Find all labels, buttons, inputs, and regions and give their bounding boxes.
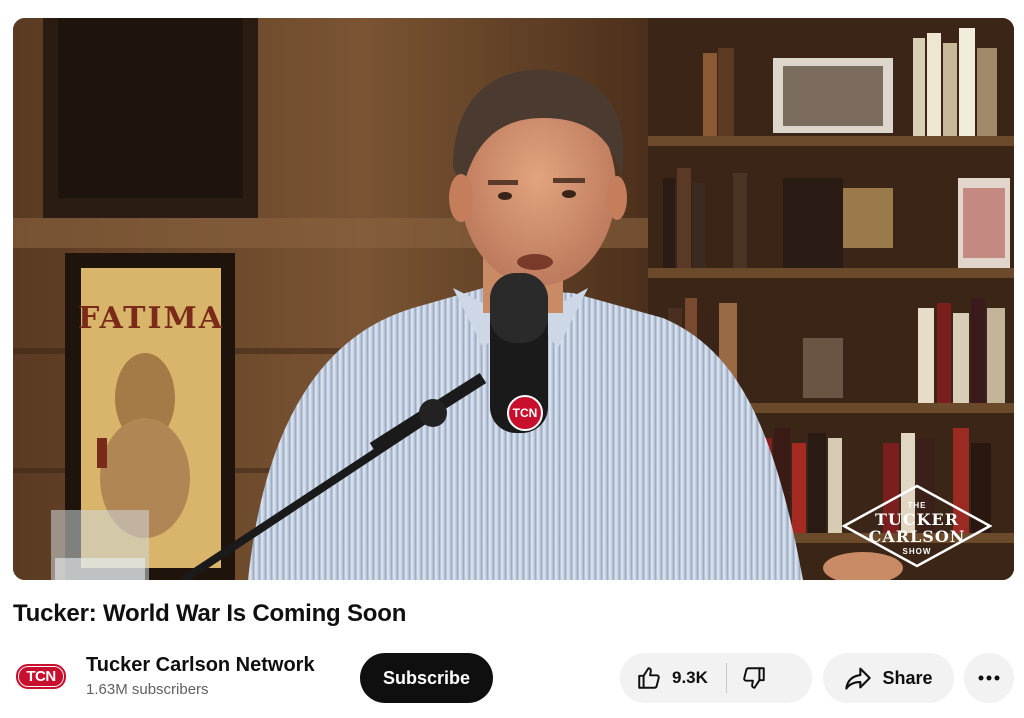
share-button[interactable]: Share bbox=[823, 653, 954, 703]
dislike-button[interactable] bbox=[727, 653, 785, 703]
watermark-line4: SHOW bbox=[903, 547, 932, 556]
like-button[interactable]: 9.3K bbox=[620, 653, 726, 703]
channel-info: Tucker Carlson Network 1.63M subscribers bbox=[86, 654, 315, 698]
channel-avatar[interactable]: TCN bbox=[13, 660, 69, 692]
channel-logo-text: TCN bbox=[16, 663, 66, 689]
channel-name-link[interactable]: Tucker Carlson Network bbox=[86, 654, 315, 677]
mic-badge-text: TCN bbox=[513, 406, 538, 420]
share-arrow-icon bbox=[844, 665, 872, 691]
subscribe-button[interactable]: Subscribe bbox=[360, 653, 493, 703]
thumbs-up-icon bbox=[636, 665, 662, 691]
poster-text: FATIMA bbox=[78, 301, 224, 336]
watermark-line1: THE bbox=[908, 501, 927, 510]
watermark-line3: CARLSON bbox=[869, 527, 966, 546]
thumbs-down-icon bbox=[741, 665, 767, 691]
video-title: Tucker: World War Is Coming Soon bbox=[13, 600, 407, 627]
more-horizontal-icon bbox=[978, 675, 1000, 681]
show-watermark-logo: THE TUCKER CARLSON SHOW bbox=[842, 484, 992, 568]
video-player[interactable]: FATIMA TCN THE TUCKER CARLSON SHOW bbox=[13, 18, 1014, 580]
more-actions-button[interactable] bbox=[964, 653, 1014, 703]
like-dislike-group: 9.3K bbox=[620, 653, 812, 703]
like-count: 9.3K bbox=[672, 668, 708, 687]
share-button-label: Share bbox=[882, 667, 933, 688]
watch-page: FATIMA TCN THE TUCKER CARLSON SHOW Tucke… bbox=[0, 0, 1024, 718]
subscribe-button-label: Subscribe bbox=[382, 667, 471, 688]
subscriber-count: 1.63M subscribers bbox=[86, 681, 209, 698]
